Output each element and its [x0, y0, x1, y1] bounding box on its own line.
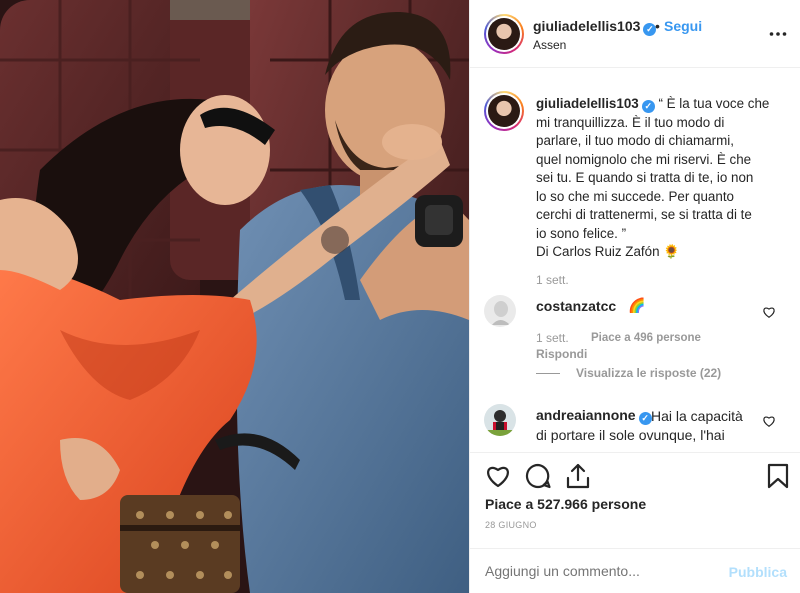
comments-section[interactable]: giuliadelellis103 ✓ “ È la tua voce che m… [470, 69, 800, 452]
comment-icon[interactable] [524, 462, 552, 490]
caption-line: Di Carlos Ruiz Zafón 🌻 [536, 244, 680, 259]
caption-line: sei tu. E quando si tratta di te, io non [536, 170, 754, 185]
verified-icon: ✓ [638, 412, 652, 425]
post-side-panel: giuliadelellis103 ✓ • Segui Assen giuliad… [469, 0, 800, 593]
comment-text-line: Hai la capacità [651, 408, 743, 424]
caption-line: lo so che mi succede. Per quanto [536, 188, 734, 204]
view-replies-button[interactable]: Visualizza le risposte (22) [536, 366, 721, 380]
comment-likes[interactable]: Piace a 496 persone [591, 332, 701, 344]
heart-icon[interactable] [484, 462, 512, 490]
follow-button[interactable]: Segui [664, 18, 702, 34]
caption-line: “ È la tua voce che [658, 96, 770, 111]
location-link[interactable]: Assen [533, 38, 566, 52]
comment-text-line: di portare il sole ovunque, l'hai [536, 427, 725, 443]
comment-username[interactable]: andreaiannone ✓ [536, 407, 652, 425]
caption-line: quel nomignolo che mi riservi. È che [536, 151, 752, 167]
author-username[interactable]: giuliadelellis103 ✓ [533, 18, 657, 36]
caption-author-avatar[interactable] [484, 91, 524, 131]
add-comment-bar: Pubblica [470, 548, 800, 593]
post-date[interactable]: 28 GIUGNO [485, 520, 537, 530]
post-photo-illustration [0, 0, 469, 593]
commenter-avatar[interactable] [484, 295, 516, 327]
post-photo[interactable] [0, 0, 469, 593]
separator-dot: • [655, 18, 660, 34]
comment-text: 🌈 [628, 297, 646, 313]
caption-line: mi tranquillizza. È il tuo modo di [536, 114, 725, 130]
comment-time[interactable]: 1 sett. [536, 331, 569, 345]
bookmark-icon[interactable] [764, 462, 792, 490]
comment-like-heart-icon[interactable] [762, 305, 776, 319]
post-caption: giuliadelellis103 ✓ “ È la tua voce che m… [536, 95, 786, 262]
likes-count[interactable]: Piace a 527.966 persone [485, 496, 646, 512]
caption-line: parlare, il tuo modo di chiamarmi, [536, 133, 734, 148]
publish-button[interactable]: Pubblica [729, 564, 787, 580]
verified-icon: ✓ [641, 100, 655, 113]
author-username-text[interactable]: giuliadelellis103 [533, 18, 640, 34]
caption-line: io sono felice. ” [536, 225, 627, 241]
comment-input[interactable] [485, 563, 725, 579]
reply-button[interactable]: Rispondi [536, 347, 587, 361]
share-icon[interactable] [564, 462, 592, 490]
caption-line: cerchi di trattenermi, se si tratta di t… [536, 207, 752, 222]
caption-time[interactable]: 1 sett. [536, 273, 569, 287]
post-header: giuliadelellis103 ✓ • Segui Assen [470, 0, 800, 68]
view-replies-label[interactable]: Visualizza le risposte (22) [576, 366, 721, 380]
more-icon[interactable] [769, 25, 787, 43]
comment-like-heart-icon[interactable] [762, 414, 776, 428]
caption-username[interactable]: giuliadelellis103 [536, 96, 639, 111]
commenter-avatar[interactable] [484, 404, 516, 436]
comment-username-text[interactable]: andreaiannone [536, 407, 636, 423]
action-bar [470, 452, 800, 500]
author-avatar[interactable] [484, 14, 524, 54]
comment-username[interactable]: costanzatcc [536, 298, 616, 314]
divider-line [536, 373, 560, 375]
